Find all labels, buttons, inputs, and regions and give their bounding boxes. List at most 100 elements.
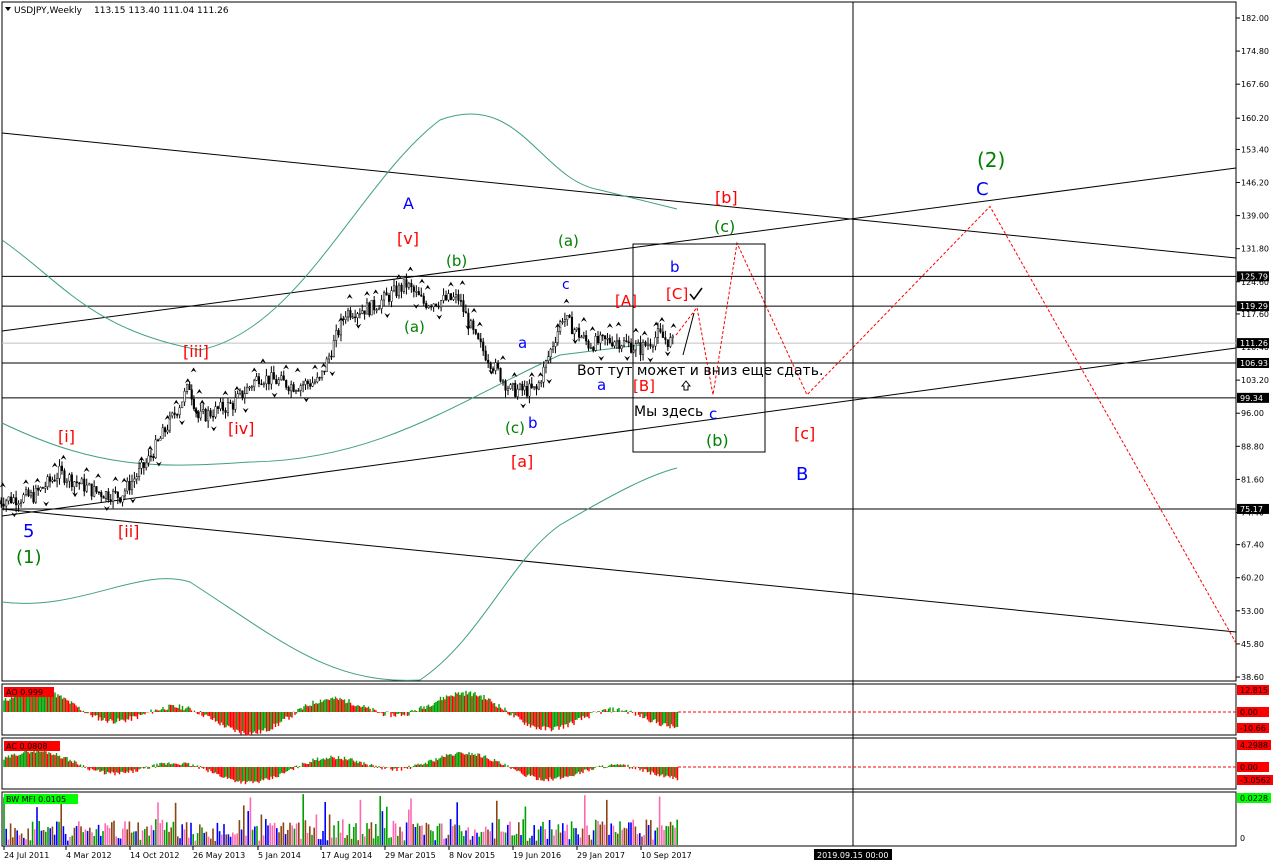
wave-label: (2) [977,148,1005,172]
candle-body [226,402,230,413]
candle-body [255,376,258,381]
fractal-marker [499,355,506,361]
candle-body [420,294,423,297]
wave-label: (a) [558,232,579,250]
candle-body [601,334,604,337]
price-tick-label: 174.80 [1241,47,1269,56]
candle-body [154,439,157,459]
candle-body [582,335,585,338]
candle-body [147,455,150,464]
ac-histogram [3,749,1236,785]
candle-body [587,340,590,349]
candle-body [224,410,227,413]
candle-body [547,356,550,361]
candle-body [15,497,18,506]
fractal-marker [615,321,622,327]
wave-label: [c] [794,424,815,443]
candle-body [121,495,124,503]
candle-body [306,380,309,384]
candle-body [511,383,514,385]
candle-body [250,386,253,389]
candle-body [297,390,300,392]
price-tick-label: 146.20 [1241,179,1269,188]
time-tick-label: 17 Aug 2014 [321,851,372,860]
candle-body [88,483,91,486]
candle-body [656,328,659,338]
candle-body [530,383,533,388]
candle-body [304,380,307,385]
candle-body [156,439,160,442]
forex-chart[interactable]: USDJPY,Weekly 113.15 113.40 111.04 111.2… [0,0,1276,866]
candle-body [363,310,366,315]
candle-body [299,385,302,391]
dropdown-arrow-icon[interactable] [5,7,11,11]
candle-body [378,308,381,311]
candle-body [32,492,35,503]
candle-body [430,305,433,308]
wave-label: 5 [23,521,34,542]
fractal-marker [418,278,425,284]
forecast-path [675,205,1237,644]
candle-body [112,490,115,502]
candle-body [625,340,628,343]
candle-body [332,340,335,358]
candle-body [58,465,61,479]
wave-label: A [403,194,414,213]
candle-body [68,474,71,482]
candle-body [161,427,164,439]
candle-body [219,401,222,409]
price-tick-label: 117.60 [1241,310,1269,319]
fractal-marker [242,407,249,413]
candle-body [664,337,667,340]
candle-body [12,497,15,504]
forecast-line [675,205,1237,644]
candle-body [80,478,83,485]
candle-body [51,479,54,482]
price-tick-label: 67.40 [1241,541,1264,550]
candle-body [509,384,512,389]
fractal-markers [0,266,677,518]
candle-body [78,482,81,485]
level-tag-label: 75.17 [1240,505,1263,514]
wave-label: [C] [666,285,688,303]
candle-body [427,305,430,309]
candle-body [432,303,435,308]
candle-body [651,345,655,348]
candle-body [188,384,191,390]
candle-body [634,343,637,351]
candle-body [48,476,52,482]
price-tick-label: 45.80 [1241,640,1264,649]
ao-max: 12.815 [1240,686,1268,695]
wave-label: (c) [714,217,735,236]
candle-body [422,295,425,304]
candle-body [533,386,536,388]
price-tick-label: 103.20 [1241,376,1269,385]
candle-body [400,284,403,292]
fractal-marker [606,323,613,329]
candle-body [563,319,566,322]
candle-body [585,335,588,342]
candle-body [166,429,169,433]
candle-body [311,382,314,387]
time-tick-label: 19 Jun 2016 [513,851,561,860]
candle-body [217,406,220,409]
candle-body [484,350,487,361]
candle-body [659,328,662,333]
candle-body [514,383,517,397]
fractal-marker [424,284,431,290]
ac-max: 4.2988 [1240,741,1268,750]
candles [0,273,674,512]
candle-body [523,386,526,391]
candle-body [323,370,326,373]
candle-body [265,375,268,385]
fractal-marker [372,289,379,295]
candle-body [280,375,283,381]
fractal-marker [196,389,203,395]
candle-body [437,305,440,308]
candle-body [2,503,5,507]
candle-body [407,283,410,288]
fractal-marker [147,445,154,451]
candle-body [544,360,548,368]
wave-label: b [528,414,538,432]
fractal-marker [528,372,535,378]
